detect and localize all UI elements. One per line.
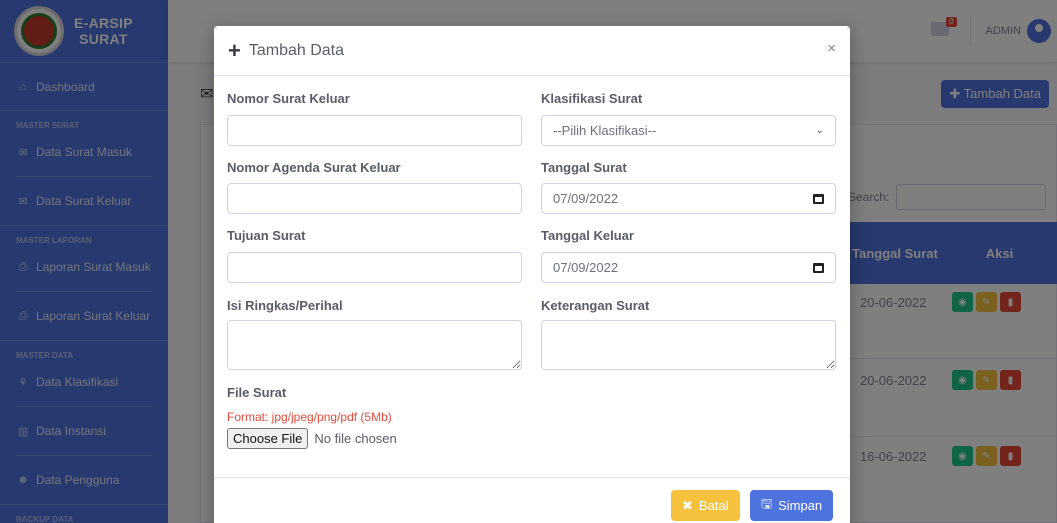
isi-label: Isi Ringkas/Perihal	[227, 298, 343, 313]
file-label: File Surat	[227, 385, 287, 400]
save-button[interactable]: 🖫 Simpan	[750, 490, 834, 521]
agenda-field[interactable]	[227, 183, 522, 214]
klasifikasi-selected: --Pilih Klasifikasi--	[553, 123, 657, 138]
modal-header: + Tambah Data ×	[214, 26, 850, 76]
app-root: E-ARSIP SURAT ⌂ Dashboard MASTER SURAT ✉…	[0, 0, 1057, 523]
keterangan-label: Keterangan Surat	[541, 298, 650, 313]
tanggal-surat-value: 07/09/2022	[553, 191, 619, 206]
modal-footer-divider	[214, 477, 850, 478]
file-format-hint: Format: jpg/jpeg/png/pdf (5Mb)	[227, 410, 392, 424]
plus-icon: +	[228, 37, 241, 63]
modal-title: Tambah Data	[248, 41, 345, 59]
agenda-label: Nomor Agenda Surat Keluar	[227, 160, 401, 175]
tujuan-label: Tujuan Surat	[227, 228, 306, 243]
add-data-modal: + Tambah Data × Nomor Surat Keluar Klasi…	[214, 26, 850, 523]
tanggal-surat-label: Tanggal Surat	[541, 160, 627, 175]
tanggal-keluar-field[interactable]: 07/09/2022	[541, 252, 836, 283]
isi-textarea[interactable]	[227, 320, 522, 370]
klasifikasi-label: Klasifikasi Surat	[541, 91, 643, 106]
calendar-icon[interactable]	[813, 262, 824, 273]
choose-file-button[interactable]: Choose File	[227, 428, 309, 449]
chevron-down-icon: ⌄	[815, 125, 824, 136]
tujuan-field[interactable]	[227, 252, 522, 283]
file-input: Choose File No file chosen	[227, 428, 397, 449]
cancel-button[interactable]: ✖ Batal	[671, 490, 740, 521]
tanggal-keluar-label: Tanggal Keluar	[541, 228, 634, 243]
save-icon: 🖫	[761, 495, 773, 511]
tanggal-surat-field[interactable]: 07/09/2022	[541, 183, 836, 214]
close-icon: ✖	[682, 497, 693, 513]
close-icon[interactable]: ×	[827, 40, 836, 57]
nomor-surat-label: Nomor Surat Keluar	[227, 91, 350, 106]
save-label: Simpan	[778, 498, 823, 513]
keterangan-textarea[interactable]	[541, 320, 836, 370]
klasifikasi-select[interactable]: --Pilih Klasifikasi-- ⌄	[541, 115, 836, 146]
nomor-surat-field[interactable]	[227, 115, 522, 146]
file-status: No file chosen	[314, 431, 397, 446]
tanggal-keluar-value: 07/09/2022	[553, 260, 619, 275]
calendar-icon[interactable]	[813, 193, 824, 204]
cancel-label: Batal	[698, 498, 729, 513]
